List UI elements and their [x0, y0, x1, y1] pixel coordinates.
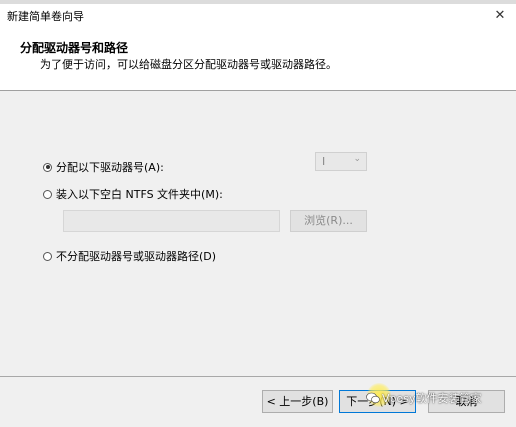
wizard-content: 分配以下驱动器号(A): I ⌄ 装入以下空白 NTFS 文件夹中(M): 浏览… — [0, 91, 516, 376]
drive-letter-value: I — [322, 155, 326, 168]
wechat-logo-icon — [366, 392, 380, 404]
radio-button[interactable] — [43, 251, 52, 261]
drive-letter-select[interactable]: I ⌄ — [315, 152, 367, 171]
watermark: Vposy软件安装管家 — [366, 390, 481, 406]
radio-button-checked[interactable] — [43, 162, 52, 172]
watermark-text: Vposy软件安装管家 — [382, 392, 482, 405]
back-button[interactable]: < 上一步(B) — [262, 390, 333, 413]
wizard-header: 分配驱动器号和路径 为了便于访问，可以给磁盘分区分配驱动器号或驱动器路径。 — [0, 28, 516, 91]
radio-button[interactable] — [43, 189, 52, 199]
radio-assign-letter[interactable]: 分配以下驱动器号(A): — [43, 159, 164, 175]
title-bar: 新建简单卷向导 ✕ — [0, 4, 516, 28]
chevron-down-icon: ⌄ — [353, 154, 361, 164]
browse-button[interactable]: 浏览(R)... — [290, 210, 367, 232]
radio-assign-letter-label[interactable]: 分配以下驱动器号(A): — [56, 159, 164, 175]
radio-no-assign[interactable]: 不分配驱动器号或驱动器路径(D) — [43, 248, 216, 264]
radio-mount-folder[interactable]: 装入以下空白 NTFS 文件夹中(M): — [43, 186, 223, 202]
folder-path-input[interactable] — [63, 210, 280, 232]
window-title: 新建简单卷向导 — [7, 10, 84, 23]
radio-mount-folder-label[interactable]: 装入以下空白 NTFS 文件夹中(M): — [56, 186, 223, 202]
page-subtitle: 为了便于访问，可以给磁盘分区分配驱动器号或驱动器路径。 — [40, 58, 337, 71]
close-button[interactable]: ✕ — [490, 6, 510, 26]
page-title: 分配驱动器号和路径 — [20, 41, 129, 55]
radio-no-assign-label[interactable]: 不分配驱动器号或驱动器路径(D) — [56, 248, 216, 264]
